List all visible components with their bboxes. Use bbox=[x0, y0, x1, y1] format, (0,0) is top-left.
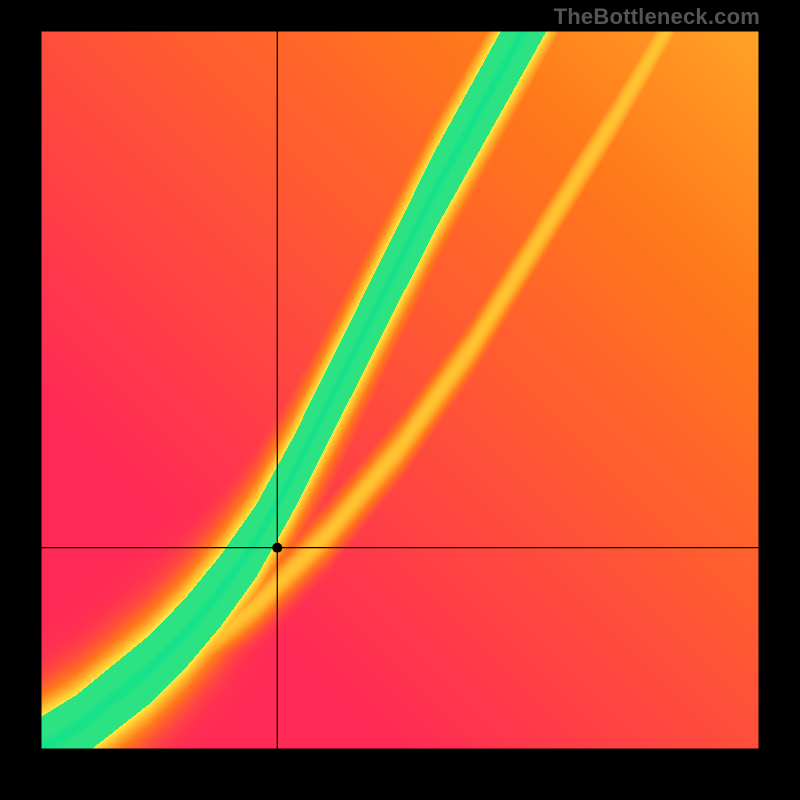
watermark-text: TheBottleneck.com bbox=[554, 4, 760, 30]
bottleneck-heatmap bbox=[40, 30, 760, 750]
chart-container: TheBottleneck.com bbox=[0, 0, 800, 800]
